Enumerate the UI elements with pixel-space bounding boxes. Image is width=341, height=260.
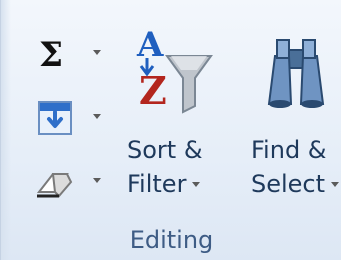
fill-down-icon <box>38 101 72 135</box>
eraser-icon <box>36 173 73 198</box>
find-select-label-line2: Select <box>251 170 340 198</box>
fill-button[interactable] <box>31 96 103 136</box>
sort-az-filter-icon: A Z <box>136 26 213 114</box>
autosum-button[interactable]: Σ <box>31 34 103 74</box>
sort-filter-label-line2: Filter <box>127 170 201 198</box>
svg-text:A: A <box>136 26 164 65</box>
clear-button[interactable] <box>31 162 103 202</box>
find-select-dropdown-arrow[interactable] <box>331 181 340 187</box>
svg-text:Z: Z <box>139 68 167 113</box>
find-select-label-line1: Find & <box>251 136 327 164</box>
group-caption: Editing <box>129 226 214 254</box>
sigma-icon: Σ <box>39 35 64 75</box>
find-select-button[interactable]: Find & Select <box>247 26 341 206</box>
sort-filter-label-line1: Sort & <box>127 136 203 164</box>
fill-dropdown-arrow[interactable] <box>93 114 101 119</box>
group-separator <box>1 0 11 260</box>
sort-filter-label-text: Filter <box>127 170 187 198</box>
find-select-label-text: Select <box>251 170 326 198</box>
sort-filter-dropdown-arrow[interactable] <box>192 181 201 187</box>
sort-filter-button[interactable]: A Z Sort & Filter <box>111 26 237 206</box>
binoculars-icon <box>267 39 325 108</box>
autosum-dropdown-arrow[interactable] <box>93 50 101 55</box>
clear-dropdown-arrow[interactable] <box>93 178 101 183</box>
editing-ribbon-group: Σ A Z Sort & Filter Find & Select Editin… <box>0 0 341 260</box>
